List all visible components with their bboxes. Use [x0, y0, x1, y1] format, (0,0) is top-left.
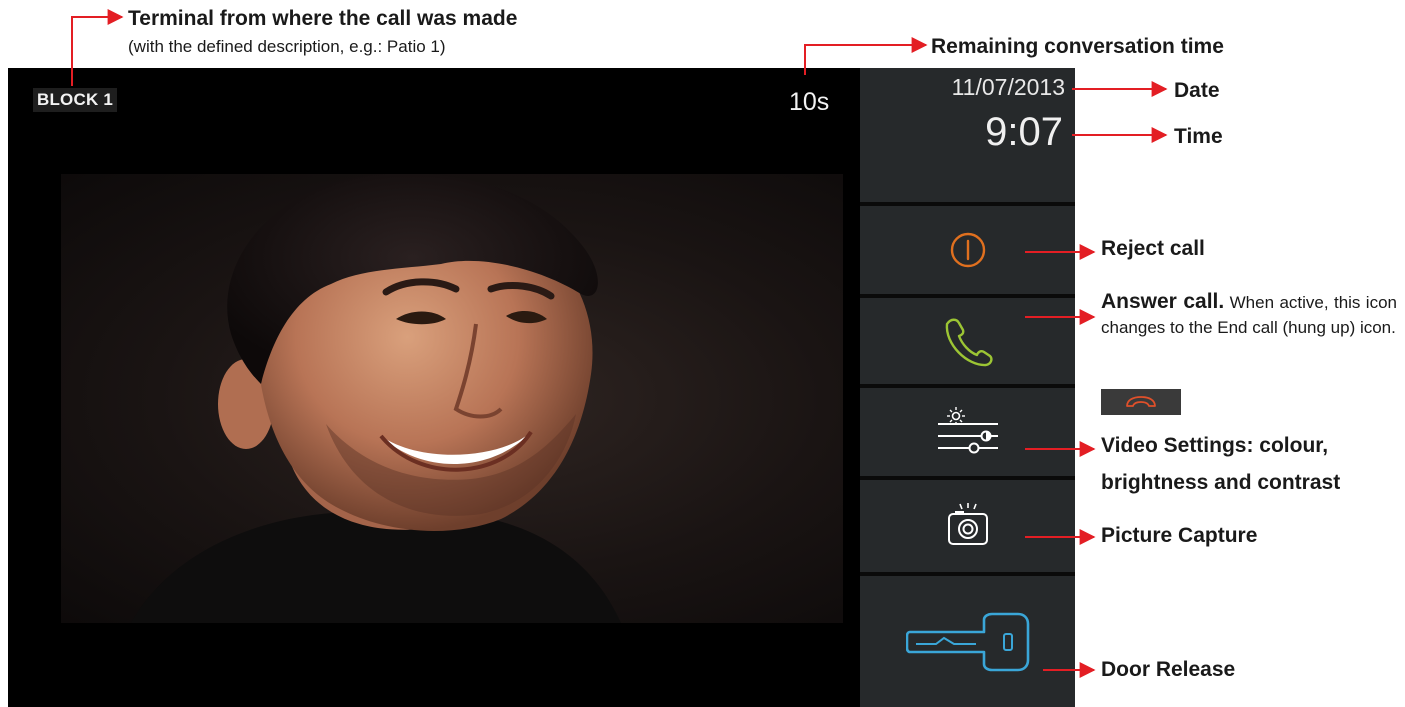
annotation-arrows — [71, 9, 1168, 678]
